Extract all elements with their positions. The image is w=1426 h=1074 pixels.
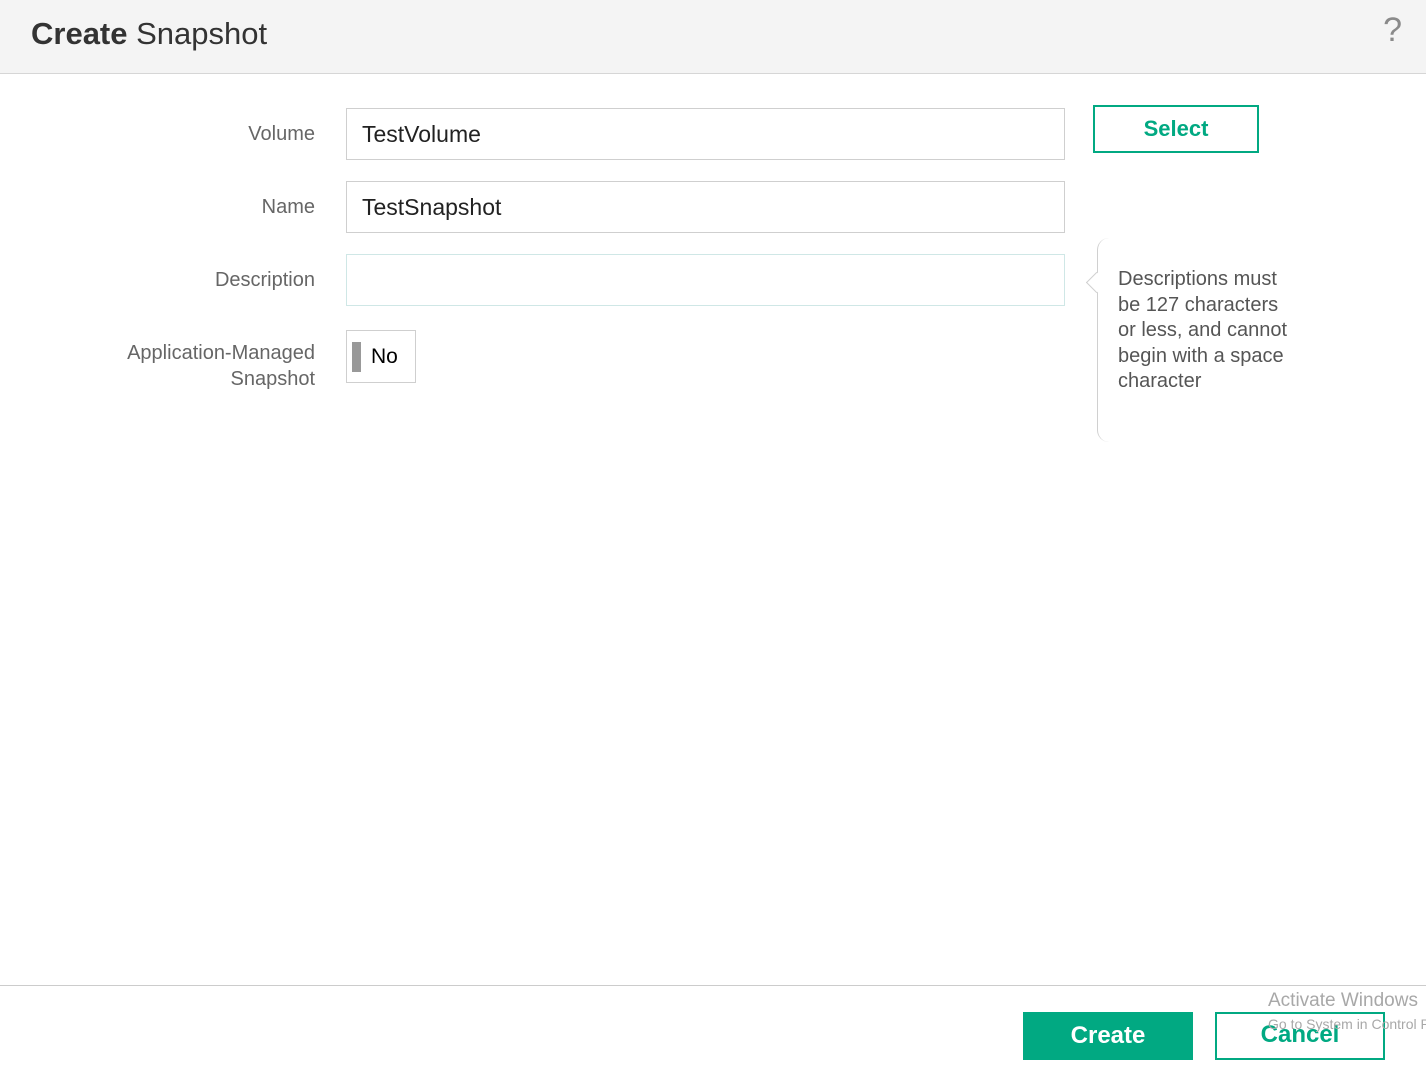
title-bold: Create <box>31 16 128 51</box>
volume-label: Volume <box>248 123 315 145</box>
description-label: Description <box>214 269 315 291</box>
app-managed-label: Application-Managed Snapshot <box>127 340 315 392</box>
select-volume-button[interactable]: Select <box>1093 105 1259 153</box>
dialog-header: Create Snapshot ? <box>0 0 1426 74</box>
app-managed-label-line1: Application-Managed <box>127 342 315 364</box>
cancel-button[interactable]: Cancel <box>1215 1012 1385 1060</box>
page-title: Create Snapshot <box>31 14 267 54</box>
create-snapshot-dialog: Create Snapshot ? Volume Select Name Des… <box>0 0 1426 1074</box>
app-managed-toggle[interactable]: No <box>346 330 416 383</box>
footer-divider <box>0 985 1426 986</box>
description-input[interactable] <box>346 254 1065 306</box>
app-managed-label-line2: Snapshot <box>230 368 315 390</box>
volume-input[interactable] <box>346 108 1065 160</box>
watermark-title: Activate Windows <box>1268 990 1418 1011</box>
toggle-indicator-icon <box>352 342 361 372</box>
name-label: Name <box>261 196 315 218</box>
help-icon[interactable]: ? <box>1383 10 1402 50</box>
name-input[interactable] <box>346 181 1065 233</box>
app-managed-toggle-value: No <box>371 345 398 368</box>
title-rest: Snapshot <box>127 16 268 51</box>
description-hint-text: Descriptions must be 127 characters or l… <box>1118 268 1287 393</box>
create-button[interactable]: Create <box>1023 1012 1193 1060</box>
